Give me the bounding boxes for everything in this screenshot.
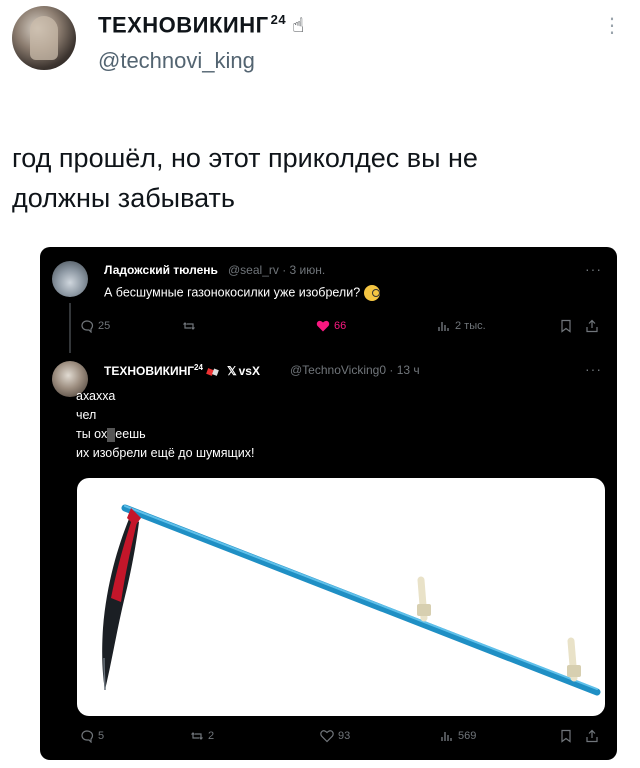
reply2-share-button[interactable] [585, 729, 599, 743]
tweet-text: год прошёл, но этот приколдес вы не долж… [12, 138, 612, 218]
x-logo-icon: 𝕏 [226, 364, 237, 378]
reply2-name-sup: 24 [194, 363, 203, 372]
reply-icon [80, 319, 94, 334]
reply1-retweet-button[interactable] [182, 319, 196, 333]
reply1-share-button[interactable] [585, 319, 599, 333]
reply2-view-count: 569 [458, 730, 477, 742]
retweet-icon [182, 319, 196, 333]
reply-icon [80, 729, 94, 744]
retweet-icon [190, 729, 204, 743]
reply2-like-button[interactable]: 93 [320, 729, 350, 743]
reply2-name-text: ТЕХНОВИКИНГ [104, 364, 195, 378]
reply1-more-icon[interactable]: ··· [585, 261, 602, 277]
reply2-line3-b: еешь [115, 427, 146, 441]
hand-emoji-icon: ☝ [292, 15, 305, 38]
reply2-like-count: 93 [338, 730, 351, 742]
reply1-author-name[interactable]: Ладожский тюлень [104, 263, 218, 277]
author-name-text: ТЕХНОВИКИНГ [98, 12, 269, 38]
reply2-author-name[interactable]: ТЕХНОВИКИНГ24 𝕏vsX [104, 363, 260, 378]
reply2-retweet-button[interactable]: 2 [190, 729, 214, 743]
views-icon [440, 729, 454, 743]
author-avatar[interactable] [12, 6, 76, 70]
share-icon [585, 729, 599, 743]
reply1-text: А бесшумные газонокосилки уже изобрели? [104, 285, 381, 301]
badge-icon [206, 366, 220, 378]
monocle-emoji-icon [364, 285, 381, 301]
reply2-bookmark-button[interactable] [559, 729, 573, 743]
reply2-views[interactable]: 569 [440, 729, 476, 743]
reply1-handle[interactable]: @seal_rv [228, 263, 279, 277]
reply2-handle[interactable]: @TechnoVicking0 [290, 363, 386, 377]
reply1-text-content: А бесшумные газонокосилки уже изобрели? [104, 285, 361, 300]
reply1-bookmark-button[interactable] [559, 319, 573, 333]
tweet-header: ТЕХНОВИКИНГ 24 ☝ @technovi_king ⋮ [0, 0, 640, 100]
reply1-avatar[interactable] [52, 261, 88, 297]
bookmark-icon [559, 319, 573, 333]
reply1-like-count: 66 [334, 320, 347, 332]
author-handle[interactable]: @technovi_king [98, 48, 255, 74]
views-icon [437, 319, 451, 333]
scythe-drawing [102, 504, 601, 696]
reply1-reply-count: 25 [98, 320, 111, 332]
author-name-sup: 24 [270, 12, 287, 27]
embedded-screenshot: Ладожский тюлень @seal_rv · 3 июн. А бес… [40, 247, 617, 760]
reply1-like-button[interactable]: 66 [316, 319, 346, 333]
reply1-time: · 3 июн. [282, 263, 326, 277]
reply1-reply-button[interactable]: 25 [80, 319, 111, 334]
scythe-image[interactable] [77, 478, 605, 716]
bookmark-icon [559, 729, 573, 743]
author-name[interactable]: ТЕХНОВИКИНГ 24 ☝ [98, 12, 305, 38]
reply2-more-icon[interactable]: ··· [585, 361, 602, 377]
reply2-meta: @TechnoVicking0 · 13 ч [290, 363, 420, 377]
reply2-vs-label: vsX [238, 364, 260, 378]
reply2-time: · 13 ч [389, 363, 420, 377]
thread-line [69, 303, 71, 353]
reply2-line3-a: ты ох [76, 427, 108, 441]
reply2-retweet-count: 2 [208, 730, 215, 742]
reply2-reply-count: 5 [98, 730, 105, 742]
reply2-line2: чел [76, 408, 97, 422]
more-options-icon[interactable]: ⋮ [602, 16, 622, 46]
reply2-line3: ты ох еешь [76, 427, 146, 442]
heart-icon [320, 729, 334, 743]
reply2-reply-button[interactable]: 5 [80, 729, 105, 744]
reply1-views[interactable]: 2 тыс. [437, 319, 486, 333]
reply2-line4: их изобрели ещё до шумящих! [76, 446, 255, 460]
reply1-meta: @seal_rv · 3 июн. [228, 263, 325, 277]
reply2-line1: ахахха [76, 389, 116, 403]
reply1-view-count: 2 тыс. [455, 320, 486, 332]
share-icon [585, 319, 599, 333]
tweet-text-line1: год прошёл, но этот приколдес вы не [12, 143, 478, 173]
heart-filled-icon [316, 319, 330, 333]
tweet-text-line2: должны забывать [12, 183, 235, 213]
